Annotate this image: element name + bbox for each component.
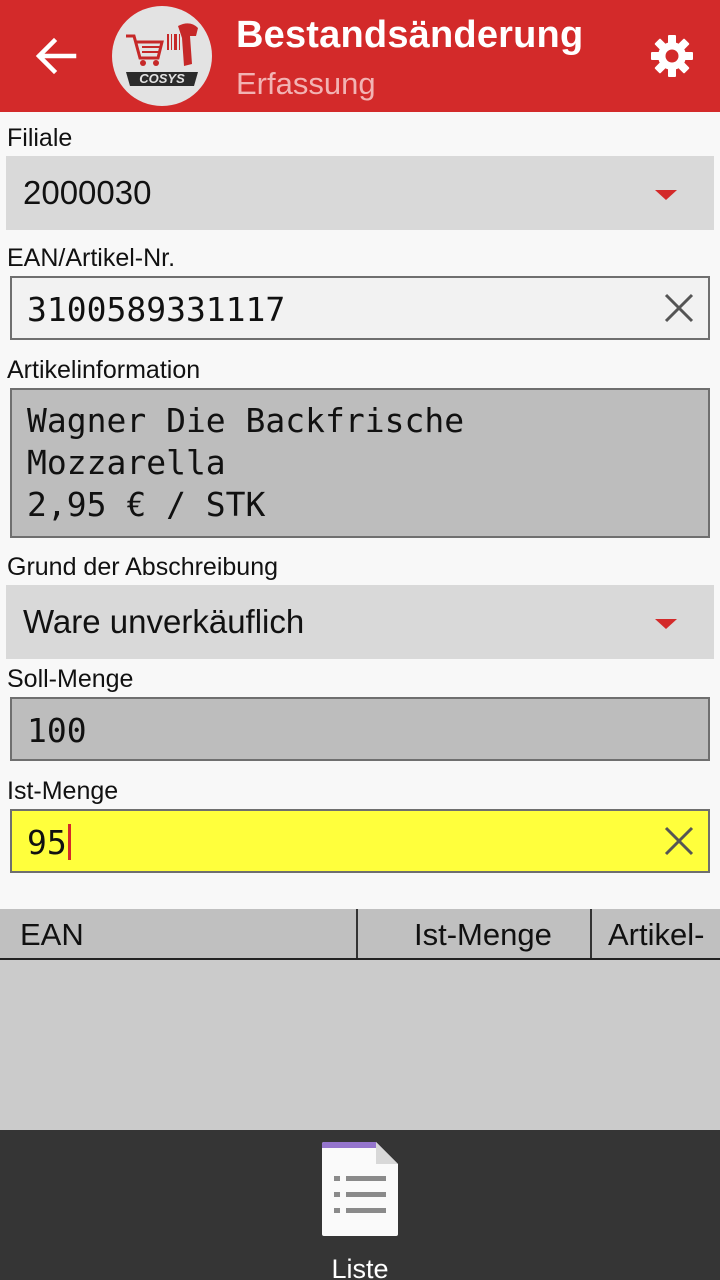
page-subtitle: Erfassung	[236, 66, 376, 101]
artikelinfo-line-name: Wagner Die Backfrische	[27, 401, 465, 440]
filiale-label: Filiale	[7, 124, 73, 152]
gear-icon[interactable]	[648, 32, 696, 80]
column-header-ist-menge[interactable]: Ist-Menge	[414, 917, 552, 953]
artikelinfo-line-variant: Mozzarella	[27, 443, 226, 482]
column-header-artikel[interactable]: Artikel-	[608, 917, 704, 953]
ist-value: 95	[27, 823, 67, 862]
list-label: Liste	[331, 1254, 389, 1280]
grund-label: Grund der Abschreibung	[7, 553, 279, 581]
back-arrow-icon[interactable]	[34, 36, 78, 76]
grund-dropdown[interactable]: Ware unverkäuflich	[6, 585, 714, 659]
page-title: Bestandsänderung	[236, 14, 584, 56]
document-list-icon	[320, 1140, 400, 1245]
artikelinfo-text: Wagner Die Backfrische Mozzarella 2,95 €…	[27, 400, 464, 526]
artikelinfo-field: Wagner Die Backfrische Mozzarella 2,95 €…	[10, 388, 710, 538]
dropdown-arrow-icon	[655, 619, 677, 629]
table-body	[0, 960, 720, 1130]
soll-menge-field: 100	[10, 697, 710, 761]
ean-label: EAN/Artikel-Nr.	[7, 244, 176, 272]
clear-ean-icon[interactable]	[662, 291, 696, 325]
ist-value-wrap: 95	[27, 823, 71, 862]
dropdown-arrow-icon	[655, 190, 677, 200]
svg-text:COSYS: COSYS	[139, 71, 185, 86]
clear-ist-icon[interactable]	[662, 824, 696, 858]
column-header-ean[interactable]: EAN	[20, 917, 84, 953]
ist-menge-input[interactable]: 95	[10, 809, 710, 873]
column-divider	[590, 909, 592, 958]
grund-value: Ware unverkäuflich	[23, 603, 305, 640]
artikelinfo-line-price: 2,95 € / STK	[27, 485, 266, 524]
soll-value: 100	[27, 711, 87, 750]
cosys-logo: COSYS	[112, 6, 212, 106]
ean-input[interactable]: 3100589331117	[10, 276, 710, 340]
app-bar: COSYS Bestandsänderung Erfassung	[0, 0, 720, 112]
artikelinfo-label: Artikelinformation	[7, 356, 201, 384]
filiale-value: 2000030	[23, 174, 152, 211]
column-divider	[356, 909, 358, 958]
filiale-dropdown[interactable]: 2000030	[6, 156, 714, 230]
bottom-bar: Liste	[0, 1130, 720, 1280]
table-header: EAN Ist-Menge Artikel-	[0, 909, 720, 960]
list-button[interactable]: Liste	[310, 1138, 410, 1280]
ean-value: 3100589331117	[27, 290, 286, 329]
ist-label: Ist-Menge	[7, 777, 119, 805]
soll-label: Soll-Menge	[7, 665, 134, 693]
text-cursor	[67, 824, 71, 860]
